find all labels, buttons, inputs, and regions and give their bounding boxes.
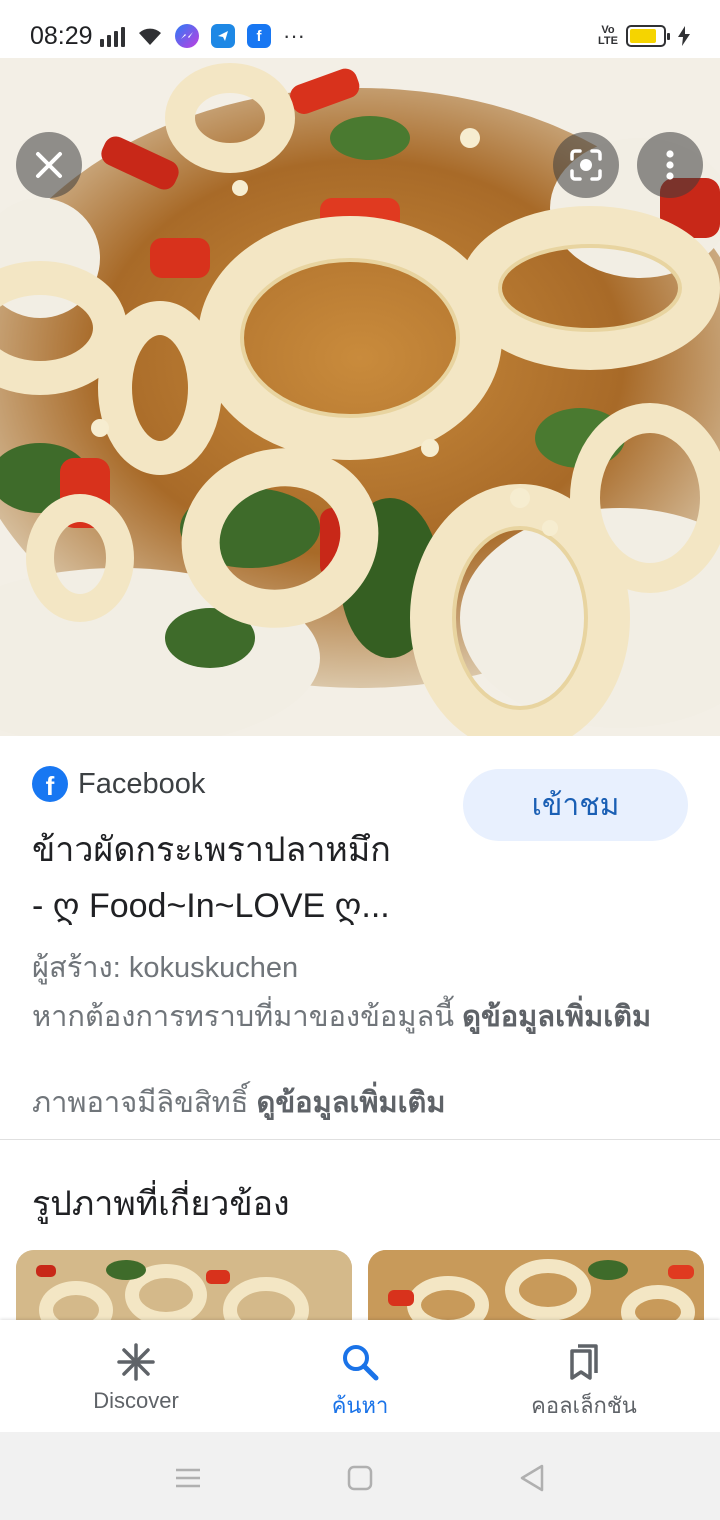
signal-icon <box>100 25 125 47</box>
volte-icon: Vo LTE <box>598 24 618 47</box>
visit-button[interactable]: เข้าชม <box>463 769 688 841</box>
related-image-thumbnail[interactable] <box>16 1250 352 1330</box>
section-divider <box>0 1139 720 1140</box>
nav-discover-label: Discover <box>93 1388 179 1413</box>
result-image[interactable] <box>0 58 720 736</box>
copyright-notice: ภาพอาจมีลิขสิทธิ์ ดูข้อมูลเพิ่มเติม <box>32 1082 445 1125</box>
facebook-status-icon: f <box>247 24 271 48</box>
chat-app-icon <box>211 24 235 48</box>
bookmarks-icon <box>562 1340 606 1384</box>
nav-collections-label: คอลเล็กชัน <box>531 1393 637 1418</box>
creator-credit: ผู้สร้าง: kokuskuchen <box>32 952 299 984</box>
lens-icon <box>570 149 602 181</box>
nav-collections[interactable]: คอลเล็กชัน <box>464 1320 704 1432</box>
menu-icon <box>176 1468 200 1488</box>
status-time: 08:29 <box>30 22 93 50</box>
source-info: หากต้องการทราบที่มาของข้อมูลนี้ ดูข้อมูล… <box>32 996 692 1039</box>
asterisk-icon <box>114 1340 158 1384</box>
related-image-thumbnail[interactable] <box>368 1250 704 1330</box>
related-photo <box>368 1250 704 1330</box>
source-info-link[interactable]: ดูข้อมูลเพิ่มเติม <box>462 1001 651 1033</box>
source-row[interactable]: f Facebook <box>32 766 205 802</box>
nav-search-label: ค้นหา <box>331 1393 389 1418</box>
system-navigation-bar <box>0 1432 720 1520</box>
close-icon <box>36 152 62 178</box>
recent-apps-button[interactable] <box>170 1460 206 1496</box>
source-info-text: หากต้องการทราบที่มาของข้อมูลนี้ <box>32 1001 463 1033</box>
facebook-logo-icon: f <box>32 766 68 802</box>
battery-level <box>630 29 656 43</box>
search-icon <box>338 1340 382 1384</box>
related-images-heading: รูปภาพที่เกี่ยวข้อง <box>32 1185 290 1223</box>
result-title-line-2: - ღ Food~In~LOVE ღ... <box>32 887 390 925</box>
more-notifications-icon: ··· <box>283 23 305 48</box>
nav-discover[interactable]: Discover <box>16 1320 256 1432</box>
status-bar: 08:29 f ··· Vo LTE <box>0 0 720 58</box>
lens-button[interactable] <box>553 132 619 198</box>
related-photo <box>16 1250 352 1330</box>
wifi-icon <box>139 28 161 45</box>
result-title[interactable]: ข้าวผัดกระเพราปลาหมึก - ღ Food~In~LOVE ღ… <box>32 822 452 934</box>
close-button[interactable] <box>16 132 82 198</box>
home-square-icon <box>347 1465 373 1491</box>
home-button[interactable] <box>342 1460 378 1496</box>
back-button[interactable] <box>514 1460 550 1496</box>
more-options-button[interactable] <box>637 132 703 198</box>
messenger-icon <box>175 24 199 48</box>
more-vert-icon <box>666 150 674 180</box>
source-name: Facebook <box>78 767 206 800</box>
result-title-line-1: ข้าวผัดกระเพราปลาหมึก <box>32 831 391 869</box>
bottom-navigation: Discover ค้นหา คอลเล็กชัน <box>0 1320 720 1432</box>
status-icons-left: f ··· <box>100 22 305 50</box>
nav-search[interactable]: ค้นหา <box>240 1320 480 1432</box>
copyright-link[interactable]: ดูข้อมูลเพิ่มเติม <box>257 1087 446 1119</box>
charging-icon <box>678 26 690 46</box>
status-icons-right: Vo LTE <box>598 22 690 50</box>
back-triangle-icon <box>520 1464 544 1492</box>
battery-icon <box>626 25 670 47</box>
copyright-text: ภาพอาจมีลิขสิทธิ์ <box>32 1087 257 1119</box>
